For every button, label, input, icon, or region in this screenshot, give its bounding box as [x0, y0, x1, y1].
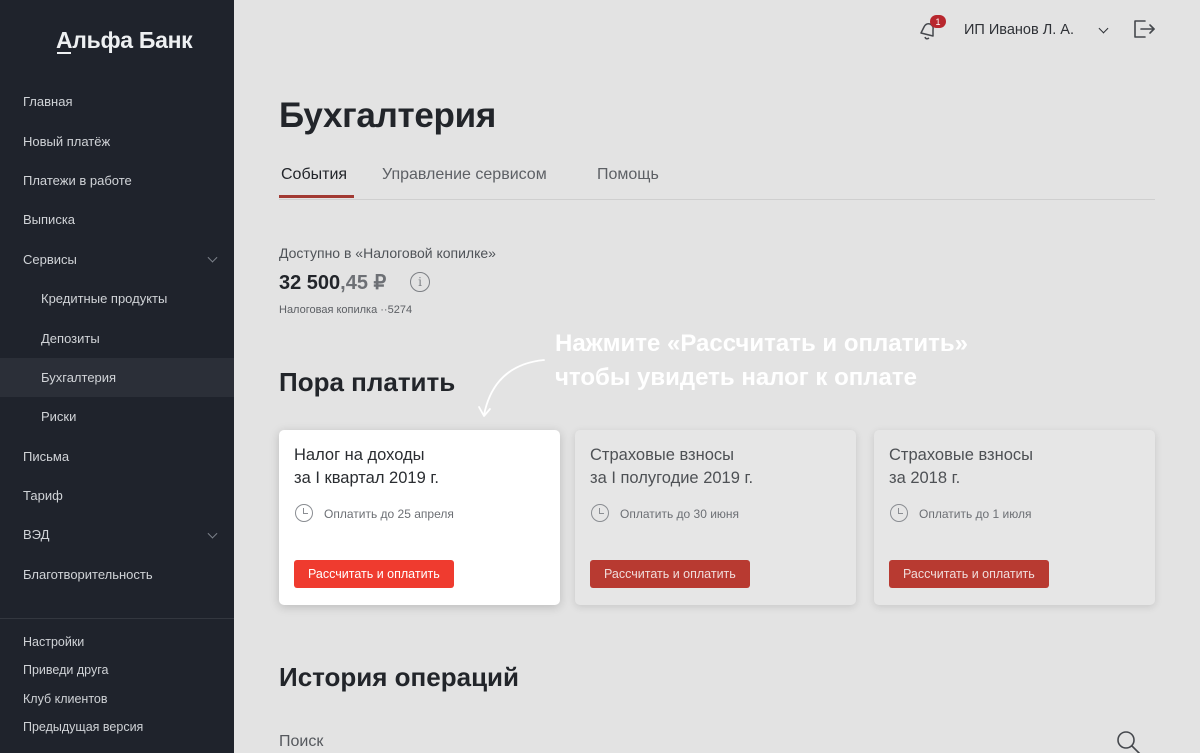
chevron-down-icon[interactable] [1098, 23, 1109, 34]
balance-amount-integer: 32 500 [279, 272, 341, 294]
sidebar-divider [0, 618, 234, 619]
hint-line-1: Нажмите «Рассчитать и оплатить» [555, 330, 968, 357]
calculate-and-pay-button[interactable]: Рассчитать и оплатить [590, 560, 750, 588]
history-title: История операций [279, 662, 520, 692]
sidebar-item-label: Тариф [23, 488, 63, 504]
tabs: События Управление сервисом Помощь [279, 164, 1155, 200]
sidebar-item-label: Риски [41, 409, 77, 425]
tax-card-title: Страховые взносы за I полугодие 2019 г. [590, 446, 754, 487]
main-content: 1 ИП Иванов Л. А. Бухгалтерия События Уп… [234, 0, 1200, 753]
sidebar-bottom-nav: Настройки Приведи друга Клуб клиентов Пр… [0, 628, 234, 741]
notification-badge: 1 [930, 15, 946, 28]
sidebar-nav: Главная Новый платёж Платежи в работе Вы… [0, 82, 234, 594]
hint-text: Нажмите «Рассчитать и оплатить» чтобы ув… [555, 327, 968, 395]
chevron-down-icon [207, 252, 218, 263]
sidebar-item-label: Депозиты [41, 330, 100, 346]
sidebar-item-new-payment[interactable]: Новый платёж [0, 121, 234, 160]
logout-icon[interactable] [1132, 18, 1156, 40]
sidebar-item-statement[interactable]: Выписка [0, 200, 234, 239]
brand-logo[interactable]: Альфа Банк [56, 27, 193, 54]
clock-icon [591, 504, 609, 522]
sidebar-item-payments-in-progress[interactable]: Платежи в работе [0, 161, 234, 200]
sidebar-item-services[interactable]: Сервисы [0, 240, 234, 279]
sidebar-item-charity[interactable]: Благотворительность [0, 555, 234, 594]
sidebar-item-settings[interactable]: Настройки [0, 628, 234, 656]
hint-line-2: чтобы увидеть налог к оплате [555, 364, 917, 391]
sidebar-item-label: Бухгалтерия [41, 369, 117, 385]
hint-arrow-icon [478, 359, 545, 417]
sidebar-item-previous-version[interactable]: Предыдущая версия [0, 713, 234, 741]
clock-icon [295, 504, 313, 522]
sidebar-item-label: Благотворительность [23, 566, 153, 582]
sidebar-item-accounting[interactable]: Бухгалтерия [0, 357, 234, 398]
sidebar-item-label: Сервисы [23, 251, 77, 267]
sidebar-item-risks[interactable]: Риски [0, 397, 234, 436]
sidebar-item-label: Новый платёж [23, 133, 111, 149]
sidebar-item-invite-friend[interactable]: Приведи друга [0, 656, 234, 684]
sidebar-item-label: Выписка [23, 212, 76, 228]
page-title: Бухгалтерия [279, 96, 496, 135]
pay-section-title: Пора платить [279, 367, 456, 397]
tax-card: Страховые взносы за 2018 г. Оплатить до … [874, 430, 1155, 605]
sidebar-item-label: Платежи в работе [23, 172, 132, 188]
account-label: Налоговая копилка ··5274 [279, 304, 413, 316]
chevron-down-icon [207, 528, 218, 539]
active-tab-indicator [279, 195, 354, 198]
sidebar-item-label: ВЭД [23, 527, 50, 543]
calculate-and-pay-button[interactable]: Рассчитать и оплатить [294, 560, 454, 588]
tax-card-due: Оплатить до 1 июля [919, 507, 1032, 521]
sidebar-item-tariff[interactable]: Тариф [0, 476, 234, 515]
tab-events[interactable]: События [281, 166, 347, 184]
tax-card-title: Страховые взносы за 2018 г. [889, 446, 1033, 487]
search-input[interactable] [279, 733, 1099, 751]
balance-amount: 32 500,45 ₽ [279, 270, 386, 295]
balance-amount-decimal: ,45 ₽ [340, 272, 387, 294]
tax-card: Страховые взносы за I полугодие 2019 г. … [575, 430, 856, 605]
sidebar-item-ved[interactable]: ВЭД [0, 515, 234, 554]
tax-card-due: Оплатить до 30 июня [620, 507, 740, 521]
tax-card-due: Оплатить до 25 апреля [324, 507, 454, 521]
calculate-and-pay-button[interactable]: Рассчитать и оплатить [889, 560, 1049, 588]
sidebar-item-credit-products[interactable]: Кредитные продукты [0, 279, 234, 318]
info-icon[interactable]: i [410, 272, 430, 292]
tab-service-management[interactable]: Управление сервисом [382, 166, 547, 184]
user-menu[interactable]: ИП Иванов Л. А. [964, 22, 1074, 38]
sidebar-item-client-club[interactable]: Клуб клиентов [0, 685, 234, 713]
sidebar: Альфа Банк Главная Новый платёж Платежи … [0, 0, 234, 753]
search-icon[interactable] [1116, 730, 1142, 753]
tax-card: Налог на доходы за I квартал 2019 г. Опл… [279, 430, 560, 605]
sidebar-item-label: Письма [23, 448, 70, 464]
sidebar-item-deposits[interactable]: Депозиты [0, 318, 234, 357]
clock-icon [890, 504, 908, 522]
balance-label: Доступно в «Налоговой копилке» [279, 245, 496, 261]
tab-help[interactable]: Помощь [597, 166, 659, 184]
sidebar-item-home[interactable]: Главная [0, 82, 234, 121]
logo-underline [57, 52, 71, 54]
sidebar-item-letters[interactable]: Письма [0, 437, 234, 476]
sidebar-item-label: Кредитные продукты [41, 291, 168, 307]
tax-card-title: Налог на доходы за I квартал 2019 г. [294, 446, 439, 487]
sidebar-item-label: Главная [23, 94, 73, 110]
